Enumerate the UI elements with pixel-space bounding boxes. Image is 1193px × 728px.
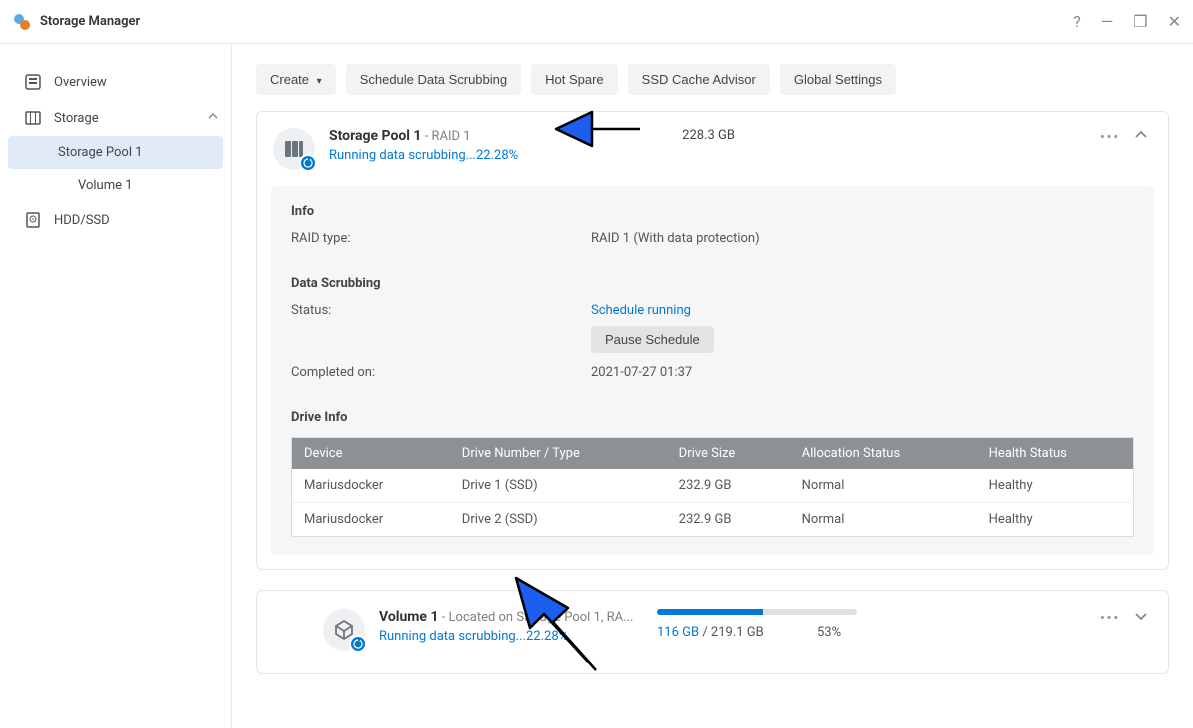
cell-alloc: Normal xyxy=(790,503,977,537)
sidebar-item-overview[interactable]: Overview xyxy=(0,64,231,100)
sidebar-item-storage[interactable]: Storage xyxy=(0,100,231,136)
pool-info-section: Info RAID type: RAID 1 (With data protec… xyxy=(271,186,1154,555)
ssd-cache-button[interactable]: SSD Cache Advisor xyxy=(628,64,770,95)
col-health: Health Status xyxy=(977,438,1134,470)
minimize-icon[interactable]: — xyxy=(1101,12,1114,31)
completed-label: Completed on: xyxy=(291,365,591,380)
help-icon[interactable]: ? xyxy=(1073,12,1081,31)
volume-icon xyxy=(323,609,365,651)
col-drive: Drive Number / Type xyxy=(450,438,667,470)
drive-table: Device Drive Number / Type Drive Size Al… xyxy=(291,437,1134,537)
sync-badge-icon xyxy=(349,635,367,653)
status-label: Status: xyxy=(291,303,591,353)
pool-raid-type: - RAID 1 xyxy=(421,129,470,144)
schedule-scrubbing-button[interactable]: Schedule Data Scrubbing xyxy=(346,64,521,95)
sidebar-item-storage-pool-1[interactable]: Storage Pool 1 xyxy=(8,136,223,169)
collapse-button[interactable] xyxy=(1134,128,1148,146)
volume-status-link[interactable]: Running data scrubbing...22.28% xyxy=(379,629,633,644)
volume-card: Volume 1 - Located on Storage Pool 1, RA… xyxy=(256,590,1169,674)
cell-alloc: Normal xyxy=(790,469,977,503)
global-settings-button[interactable]: Global Settings xyxy=(780,64,896,95)
cell-health: Healthy xyxy=(977,469,1134,503)
sidebar-label: HDD/SSD xyxy=(54,213,110,228)
col-size: Drive Size xyxy=(667,438,790,470)
drive-info-title: Drive Info xyxy=(291,410,1134,425)
status-value: Schedule running xyxy=(591,303,691,318)
more-actions-button[interactable]: ••• xyxy=(1100,611,1120,626)
create-button[interactable]: Create ▾ xyxy=(256,64,336,95)
hdd-icon xyxy=(24,211,42,229)
volume-header: Volume 1 - Located on Storage Pool 1, RA… xyxy=(257,591,1168,673)
main-panel: Create ▾ Schedule Data Scrubbing Hot Spa… xyxy=(232,44,1193,728)
window-controls: ? — ❐ ✕ xyxy=(1073,12,1181,31)
sidebar: Overview Storage Storage Pool 1 Volume 1… xyxy=(0,44,232,728)
more-actions-button[interactable]: ••• xyxy=(1100,130,1120,145)
volume-total: / 219.1 GB xyxy=(699,625,764,640)
volume-progress-bar xyxy=(657,609,857,615)
sidebar-label: Volume 1 xyxy=(78,178,133,193)
pool-title: Storage Pool 1 xyxy=(329,128,421,144)
sync-badge-icon xyxy=(299,154,317,172)
overview-icon xyxy=(24,73,42,91)
volume-title: Volume 1 xyxy=(379,609,438,625)
sidebar-label: Overview xyxy=(54,75,107,90)
toolbar: Create ▾ Schedule Data Scrubbing Hot Spa… xyxy=(256,64,1169,95)
raid-type-label: RAID type: xyxy=(291,231,591,246)
volume-location: - Located on Storage Pool 1, RA... xyxy=(438,610,633,625)
app-title: Storage Manager xyxy=(40,14,1073,29)
pool-size: 228.3 GB xyxy=(682,128,735,143)
cell-size: 232.9 GB xyxy=(667,503,790,537)
app-icon xyxy=(12,12,32,32)
chevron-up-icon xyxy=(207,110,219,126)
info-title: Info xyxy=(291,204,1134,219)
storage-pool-header: Storage Pool 1 - RAID 1 Running data scr… xyxy=(257,112,1168,186)
hot-spare-button[interactable]: Hot Spare xyxy=(531,64,618,95)
scrub-title: Data Scrubbing xyxy=(291,276,1134,291)
col-device: Device xyxy=(292,438,450,470)
table-row[interactable]: Mariusdocker Drive 2 (SSD) 232.9 GB Norm… xyxy=(292,503,1134,537)
storage-icon xyxy=(24,109,42,127)
pool-status-link[interactable]: Running data scrubbing...22.28% xyxy=(329,148,518,163)
sidebar-label: Storage Pool 1 xyxy=(58,145,143,160)
cell-device: Mariusdocker xyxy=(292,503,450,537)
maximize-icon[interactable]: ❐ xyxy=(1133,12,1147,31)
volume-used: 116 GB xyxy=(657,625,699,640)
sidebar-item-hdd-ssd[interactable]: HDD/SSD xyxy=(0,202,231,238)
cell-drive: Drive 2 (SSD) xyxy=(450,503,667,537)
storage-pool-card: Storage Pool 1 - RAID 1 Running data scr… xyxy=(256,111,1169,570)
expand-button[interactable] xyxy=(1134,609,1148,627)
sidebar-label: Storage xyxy=(54,111,99,126)
table-row[interactable]: Mariusdocker Drive 1 (SSD) 232.9 GB Norm… xyxy=(292,469,1134,503)
caret-down-icon: ▾ xyxy=(317,76,322,87)
close-icon[interactable]: ✕ xyxy=(1168,12,1181,31)
cell-size: 232.9 GB xyxy=(667,469,790,503)
cell-device: Mariusdocker xyxy=(292,469,450,503)
volume-pct: 53% xyxy=(817,625,841,640)
pool-icon xyxy=(273,128,315,170)
cell-health: Healthy xyxy=(977,503,1134,537)
volume-progress-fill xyxy=(657,609,763,615)
sidebar-item-volume-1[interactable]: Volume 1 xyxy=(8,169,223,202)
cell-drive: Drive 1 (SSD) xyxy=(450,469,667,503)
pause-schedule-button[interactable]: Pause Schedule xyxy=(591,326,714,353)
title-bar: Storage Manager ? — ❐ ✕ xyxy=(0,0,1193,44)
col-alloc: Allocation Status xyxy=(790,438,977,470)
raid-type-value: RAID 1 (With data protection) xyxy=(591,231,760,246)
completed-value: 2021-07-27 01:37 xyxy=(591,365,692,380)
